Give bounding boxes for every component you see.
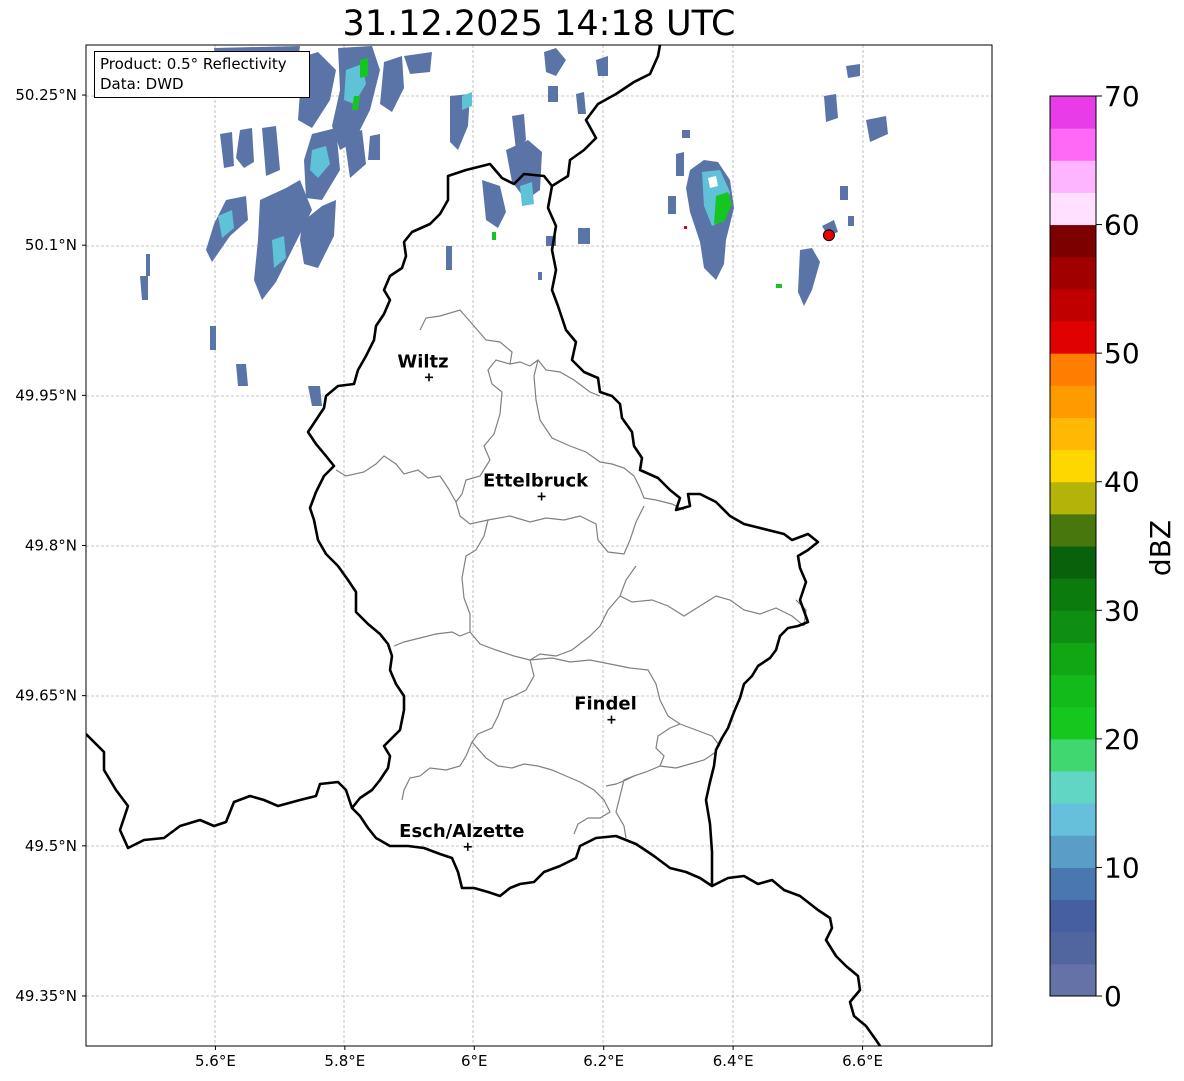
country-borders: [86, 45, 882, 1046]
radar-map: 50.25°N 50.1°N 49.95°N 49.8°N 49.65°N 49.5°N 4…: [15, 44, 1177, 1070]
lon-label: 6.6°E: [842, 1052, 883, 1070]
colorbar-segment: [1050, 546, 1096, 579]
colorbar-segments: [1050, 96, 1096, 997]
colorbar-tick-label: 10: [1104, 851, 1140, 884]
colorbar-segment: [1050, 899, 1096, 933]
colorbar-tick-label: 0: [1104, 980, 1122, 1013]
city-label: Ettelbruck: [483, 470, 589, 491]
colorbar-segment: [1050, 513, 1096, 547]
colorbar-tick-label: 70: [1104, 80, 1140, 113]
data-source-text: Data: DWD: [100, 75, 184, 93]
lat-label: 50.25°N: [15, 86, 77, 104]
colorbar-segment: [1050, 578, 1096, 611]
lat-label: 49.8°N: [25, 537, 77, 555]
lat-label: 49.5°N: [25, 837, 77, 855]
city-findel: Findel: [574, 694, 637, 724]
colorbar-segment: [1050, 288, 1096, 322]
colorbar-segment: [1050, 931, 1096, 965]
latitude-labels: 50.25°N 50.1°N 49.95°N 49.8°N 49.65°N 49.5°N 4…: [15, 86, 86, 1005]
colorbar-tick-label: 60: [1104, 209, 1140, 242]
colorbar-segment: [1050, 417, 1096, 451]
border-germany-france: [711, 874, 882, 1046]
colorbar-segment: [1050, 160, 1096, 193]
lon-label: 5.6°E: [195, 1052, 236, 1070]
colorbar-segment: [1050, 771, 1096, 804]
city-wiltz: Wiltz: [397, 351, 449, 382]
product-text: Product: 0.5° Reflectivity: [100, 55, 287, 73]
border-belgium-france: [86, 733, 354, 850]
colorbar-segment: [1050, 224, 1096, 258]
echo-dot-red: [684, 226, 687, 229]
colorbar-tick-label: 20: [1104, 723, 1140, 756]
colorbar-segment: [1050, 481, 1096, 515]
colorbar-segment: [1050, 321, 1096, 354]
info-box: Product: 0.5° Reflectivity Data: DWD: [94, 51, 310, 98]
lat-label: 49.35°N: [15, 987, 77, 1005]
echo-cluster-northwest: [140, 46, 608, 406]
city-markers: Wiltz Ettelbruck Findel Esch/Alzette: [397, 351, 637, 851]
colorbar-segment: [1050, 96, 1096, 129]
colorbar-segment: [1050, 674, 1096, 708]
echo-cluster-northeast: [668, 64, 888, 306]
colorbar: 0 10 20 30 40 50 60 70 dBZ: [1049, 80, 1177, 1013]
lat-label: 50.1°N: [25, 236, 77, 254]
radar-site-marker: [822, 229, 835, 242]
city-label: Wiltz: [397, 351, 448, 372]
city-ettelbruck: Ettelbruck: [483, 470, 589, 501]
colorbar-segment: [1050, 192, 1096, 226]
colorbar-ticks: 0 10 20 30 40 50 60 70: [1096, 80, 1140, 1013]
colorbar-segment: [1050, 256, 1096, 290]
lon-label: 6°E: [461, 1052, 488, 1070]
city-label: Esch/Alzette: [399, 821, 524, 842]
colorbar-tick-label: 30: [1104, 594, 1140, 627]
lat-label: 49.65°N: [15, 687, 77, 705]
lat-label: 49.95°N: [15, 386, 77, 404]
colorbar-segment: [1050, 353, 1096, 386]
colorbar-tick-label: 40: [1104, 466, 1140, 499]
colorbar-segment: [1050, 803, 1096, 836]
colorbar-label: dBZ: [1144, 520, 1177, 576]
colorbar-segment: [1050, 706, 1096, 740]
lon-label: 6.4°E: [713, 1052, 754, 1070]
city-label: Findel: [574, 694, 637, 715]
colorbar-segment: [1050, 610, 1096, 643]
lon-label: 5.8°E: [324, 1052, 365, 1070]
longitude-labels: 5.6°E 5.8°E 6°E 6.2°E 6.4°E 6.6°E: [195, 1046, 883, 1070]
colorbar-segment: [1050, 642, 1096, 676]
colorbar-segment: [1050, 867, 1096, 901]
colorbar-tick-label: 50: [1104, 337, 1140, 370]
lon-label: 6.2°E: [583, 1052, 624, 1070]
colorbar-segment: [1050, 738, 1096, 772]
colorbar-segment: [1050, 963, 1096, 997]
canton-borders: [335, 309, 807, 839]
colorbar-segment: [1050, 128, 1096, 161]
colorbar-segment: [1050, 449, 1096, 483]
border-luxembourg: [306, 162, 820, 898]
colorbar-segment: [1050, 835, 1096, 868]
radar-echoes: [140, 46, 888, 406]
colorbar-segment: [1050, 385, 1096, 418]
map-frame: [85, 44, 993, 1047]
gridlines: [86, 45, 992, 1046]
